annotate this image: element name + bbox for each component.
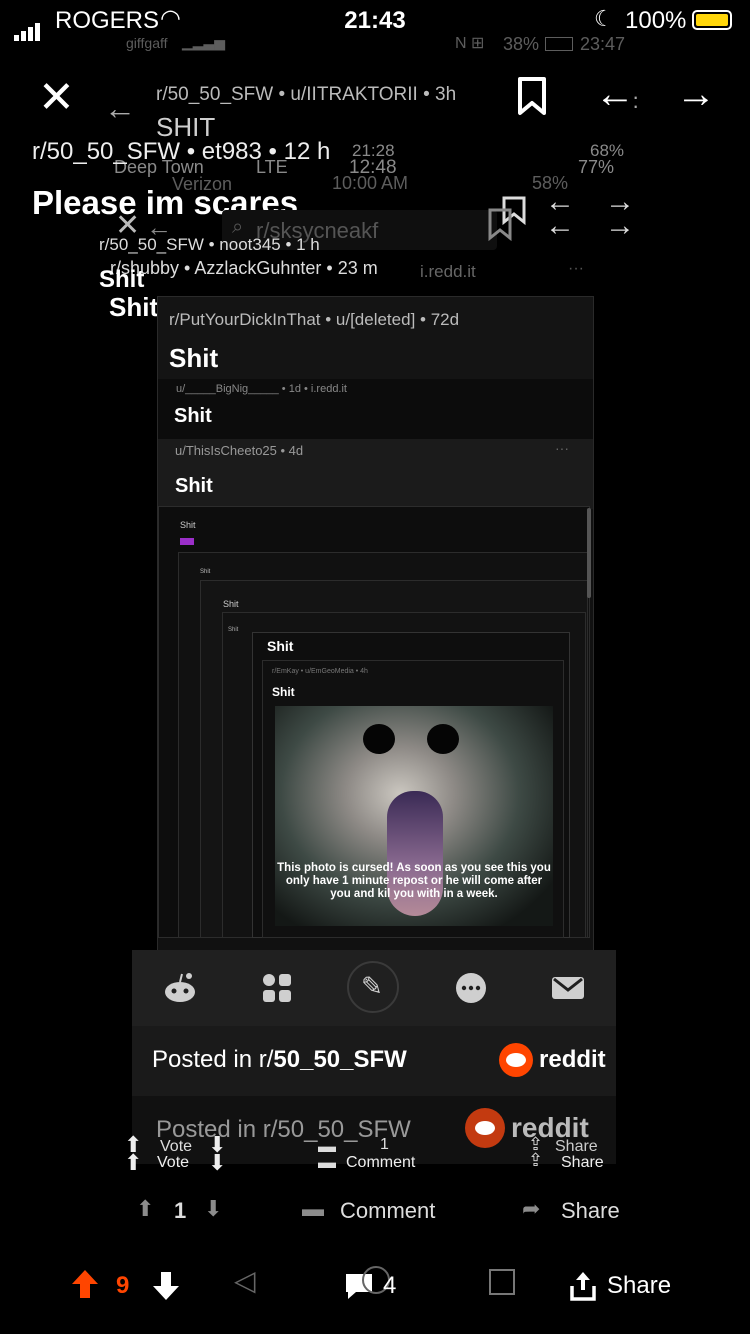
vote-count: 1 — [174, 1198, 187, 1223]
back-arrow-icon[interactable]: ← — [595, 74, 635, 114]
ghost-battery-2: 77% — [578, 157, 615, 177]
share-icon[interactable] — [568, 1270, 598, 1307]
nested-tiny-title: Shit — [223, 599, 239, 609]
card-title-3: Shit — [175, 475, 213, 497]
post-meta-noot: r/50_50_SFW • noot345 • 1 h — [99, 235, 320, 254]
scrollbar[interactable] — [587, 508, 591, 598]
ghost-comment-label: Comment — [346, 1154, 416, 1171]
reddit-logo: reddit — [499, 1043, 606, 1077]
posted-in-text: Posted in r/50_50_SFW — [152, 1046, 407, 1074]
badge — [180, 538, 194, 545]
upvote-icon[interactable]: ⬆ — [136, 1196, 154, 1222]
posted-subreddit: 50_50_SFW — [273, 1046, 407, 1073]
face-eye — [427, 724, 459, 754]
ghost-time: 23:47 — [580, 34, 626, 54]
downvote-icon[interactable]: ⬇ ⬇ — [208, 1134, 226, 1174]
post-meta-shubby: r/shubby • AzzlackGuhnter • 23 m — [110, 258, 378, 278]
reddit-icon[interactable] — [162, 970, 198, 1006]
ghost-comment-count: 1 — [380, 1136, 389, 1153]
forward-arrow-icon[interactable]: → — [676, 74, 716, 114]
ghost-battery: 38% — [503, 34, 540, 54]
share-icon[interactable]: ⇪ ⇪ — [528, 1135, 543, 1169]
back-arrow-icon[interactable]: ← ← — [545, 187, 575, 241]
battery-percent: 100% — [625, 7, 687, 34]
battery-icon — [692, 10, 732, 30]
downvote-icon[interactable] — [151, 1270, 181, 1307]
card-meta: r/PutYourDickInThat • u/[deleted] • 72d — [169, 310, 460, 329]
cursed-photo[interactable]: This photo is cursed! As soon as you see… — [275, 706, 553, 926]
share-button-label[interactable]: Share — [607, 1272, 671, 1300]
pencil-icon: ✎ — [361, 971, 383, 1001]
reddit-icon — [499, 1043, 533, 1077]
close-icon[interactable]: ✕ — [38, 76, 75, 120]
reddit-icon — [465, 1108, 505, 1148]
post-meta-top: r/50_50_SFW • u/IITRAKTORII • 3h — [156, 84, 457, 105]
comment-icon[interactable]: ▬ — [302, 1196, 324, 1222]
nested-tiny-title: Shit — [180, 520, 196, 530]
nav-recents-icon[interactable] — [489, 1269, 515, 1295]
ghost-share-label: Share — [561, 1154, 604, 1171]
forward-arrow-icon[interactable]: → → — [605, 187, 635, 241]
nested-post-meta: r/EmKay • u/EmGeoMedia • 4h — [272, 668, 368, 675]
nested-post-title: Shit — [272, 685, 295, 699]
status-bar: ROGERS ◠ 21:43 ☾ 100% — [0, 0, 750, 41]
posted-label: Posted in r/ — [152, 1046, 274, 1073]
nav-back-icon[interactable]: ◁ — [234, 1264, 256, 1297]
nested-post-title: Shit — [267, 638, 294, 654]
posted-ghost-text: Posted in r/50_50_SFW — [156, 1116, 411, 1143]
reddit-brand: reddit — [539, 1046, 606, 1073]
ghost-time-3: 10:00 AM — [332, 173, 409, 193]
card-title-2: Shit — [174, 405, 212, 427]
post-meta: r/50_50_SFW • et983 • 12 h — [32, 138, 331, 165]
share-label[interactable]: Share — [561, 1198, 620, 1224]
card-meta-2: u/_____BigNig_____ • 1d • i.redd.it — [176, 383, 347, 395]
create-post-button[interactable]: ✎ — [347, 961, 399, 1013]
posted-in-bar[interactable]: Posted in r/50_50_SFW reddit — [132, 1026, 616, 1096]
mail-icon[interactable] — [550, 970, 586, 1006]
downvote-icon[interactable]: ⬇ — [204, 1196, 222, 1222]
face-eye — [363, 724, 395, 754]
moon-icon: ☾ — [594, 6, 614, 31]
post-title-shit: Shit — [99, 266, 145, 293]
chat-icon[interactable] — [453, 970, 489, 1006]
ghost-battery-icon — [545, 37, 573, 51]
comment-label[interactable]: Comment — [340, 1198, 435, 1224]
reddit-toolbar: ✎ — [132, 950, 616, 1026]
comment-icon[interactable]: ▬ ▬ — [318, 1137, 336, 1171]
nested-tiny-tag: Shit — [228, 627, 239, 633]
comment-count: 4 — [383, 1272, 397, 1299]
post-domain: i.redd.it — [420, 262, 476, 281]
upvote-icon[interactable] — [70, 1268, 100, 1305]
bookmark-icon[interactable] — [516, 76, 548, 116]
cursed-caption: This photo is cursed! As soon as you see… — [277, 862, 551, 900]
vote-score: 9 — [116, 1272, 130, 1299]
ghost-carrier: giffgaff — [126, 35, 168, 51]
nested-tiny-tag: Shit — [200, 569, 211, 575]
upvote-icon[interactable]: ⬆ ⬆ — [124, 1134, 142, 1174]
more-icon[interactable]: ··· — [568, 260, 584, 278]
more-icon[interactable]: ··· — [555, 440, 569, 456]
card-title: Shit — [169, 343, 219, 373]
share-icon[interactable]: ➦ — [522, 1196, 540, 1222]
ghost-signal-icon: ▁▂▃▅ — [182, 34, 226, 50]
ghost-vote-label: Vote — [157, 1154, 190, 1171]
bookmark-icon[interactable] — [486, 194, 530, 247]
more-icon[interactable]: · · — [632, 86, 639, 117]
ghost-nfc-icon: N ⊞ — [455, 35, 485, 52]
card-meta-3: u/ThisIsCheeto25 • 4d — [175, 443, 304, 458]
back-arrow-icon[interactable]: ← — [104, 90, 136, 127]
apps-icon[interactable] — [259, 970, 295, 1006]
post-title-shit: Shit — [109, 292, 159, 322]
